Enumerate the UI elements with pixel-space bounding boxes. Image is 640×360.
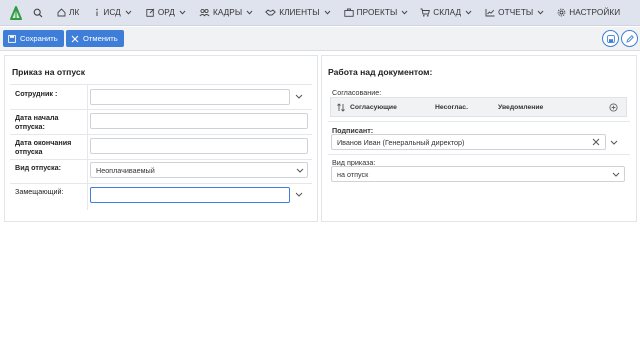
nav-label: КЛИЕНТЫ — [279, 8, 320, 17]
edit-button[interactable] — [621, 30, 638, 47]
floppy-icon — [606, 34, 615, 43]
chevron-down-icon — [246, 10, 253, 15]
toolbar: Сохранить Отменить — [0, 27, 640, 51]
handshake-icon — [265, 9, 277, 16]
divider — [328, 154, 630, 155]
leave-type-select[interactable]: Неоплачиваемый — [90, 162, 308, 178]
end-date-field[interactable] — [90, 138, 308, 154]
chevron-down-icon[interactable] — [296, 168, 304, 173]
end-date-label: Дата окончания отпуска — [15, 138, 72, 156]
panel-title: Приказ на отпуск — [12, 67, 85, 77]
nav-item-settings[interactable]: НАСТРОЙКИ — [557, 0, 620, 26]
nav-item-clients[interactable]: КЛИЕНТЫ — [265, 0, 330, 26]
add-approver-icon[interactable] — [609, 103, 618, 112]
chart-icon — [485, 9, 495, 17]
column-header: Несоглас. — [435, 104, 468, 111]
nav-item-sklad[interactable]: СКЛАД — [420, 0, 472, 26]
search-icon[interactable] — [33, 0, 43, 26]
divider — [87, 84, 88, 210]
chevron-down-icon — [179, 10, 186, 15]
signer-field[interactable]: Иванов Иван (Генеральный директор) — [331, 134, 606, 150]
info-icon — [96, 8, 99, 16]
chevron-down-icon — [125, 10, 132, 15]
nav-item-lk[interactable]: ЛК — [57, 0, 79, 26]
divider — [328, 121, 630, 122]
chevron-down-icon — [465, 10, 472, 15]
leave-type-label: Вид отпуска: — [15, 163, 62, 172]
divider — [10, 84, 312, 85]
cancel-button[interactable]: Отменить — [66, 30, 124, 47]
save-draft-button[interactable] — [602, 30, 619, 47]
chevron-down-icon — [537, 10, 544, 15]
divider — [10, 159, 312, 160]
panel-title: Работа над документом: — [328, 67, 433, 77]
briefcase-icon — [343, 8, 354, 17]
edit-doc-icon — [146, 8, 155, 17]
nav-label: КАДРЫ — [212, 8, 243, 17]
chevron-down-icon[interactable] — [610, 140, 618, 145]
nav-item-isd[interactable]: ИСД — [94, 0, 132, 26]
chevron-down-icon[interactable] — [612, 172, 620, 177]
column-header: Согласующие — [350, 104, 397, 111]
close-icon — [71, 35, 79, 42]
nav-label: ОРД — [157, 8, 175, 17]
deputy-label: Замещающий: — [15, 187, 64, 196]
employee-field[interactable] — [90, 89, 290, 105]
approval-label: Согласование: — [332, 88, 382, 97]
nav-item-ord[interactable]: ОРД — [146, 0, 186, 26]
divider — [10, 134, 312, 135]
home-icon — [57, 8, 66, 17]
employee-label: Сотрудник : — [15, 89, 58, 98]
sort-icon[interactable] — [337, 103, 345, 112]
nav-label: ПРОЕКТЫ — [356, 8, 398, 17]
gear-icon — [557, 8, 566, 17]
clear-icon[interactable] — [592, 138, 600, 146]
cart-icon — [420, 8, 431, 17]
top-navigation: ЛК ИСД ОРД КАДРЫ КЛИЕНТЫ ПРОЕКТЫ СКЛАД О… — [0, 0, 640, 26]
cancel-button-label: Отменить — [83, 34, 118, 43]
divider — [10, 183, 312, 184]
chevron-down-icon[interactable] — [295, 192, 303, 197]
start-date-label: Дата начала отпуска: — [15, 113, 59, 131]
chevron-down-icon — [401, 10, 408, 15]
chevron-down-icon[interactable] — [295, 94, 303, 99]
nav-label: ЛК — [69, 8, 80, 17]
save-button-label: Сохранить — [20, 34, 58, 43]
chevron-down-icon — [324, 10, 330, 15]
nav-label: ИСД — [103, 8, 121, 17]
nav-label: ОТЧЕТЫ — [498, 8, 534, 17]
floppy-icon — [8, 34, 16, 43]
order-type-select[interactable]: на отпуск — [331, 166, 625, 182]
nav-item-reports[interactable]: ОТЧЕТЫ — [485, 0, 544, 26]
divider — [10, 109, 312, 110]
deputy-field[interactable] — [90, 187, 290, 203]
nav-label: НАСТРОЙКИ — [569, 8, 621, 17]
save-button[interactable]: Сохранить — [3, 30, 64, 47]
app-logo-icon[interactable] — [7, 0, 25, 26]
pencil-icon — [625, 34, 634, 43]
nav-item-kadry[interactable]: КАДРЫ — [199, 0, 253, 26]
start-date-field[interactable] — [90, 113, 308, 129]
approval-grid-header: Согласующие Несоглас. Уведомление — [330, 97, 627, 117]
column-header: Уведомление — [498, 104, 544, 111]
nav-label: СКЛАД — [433, 8, 462, 17]
nav-item-projects[interactable]: ПРОЕКТЫ — [343, 0, 409, 26]
people-icon — [199, 8, 210, 17]
